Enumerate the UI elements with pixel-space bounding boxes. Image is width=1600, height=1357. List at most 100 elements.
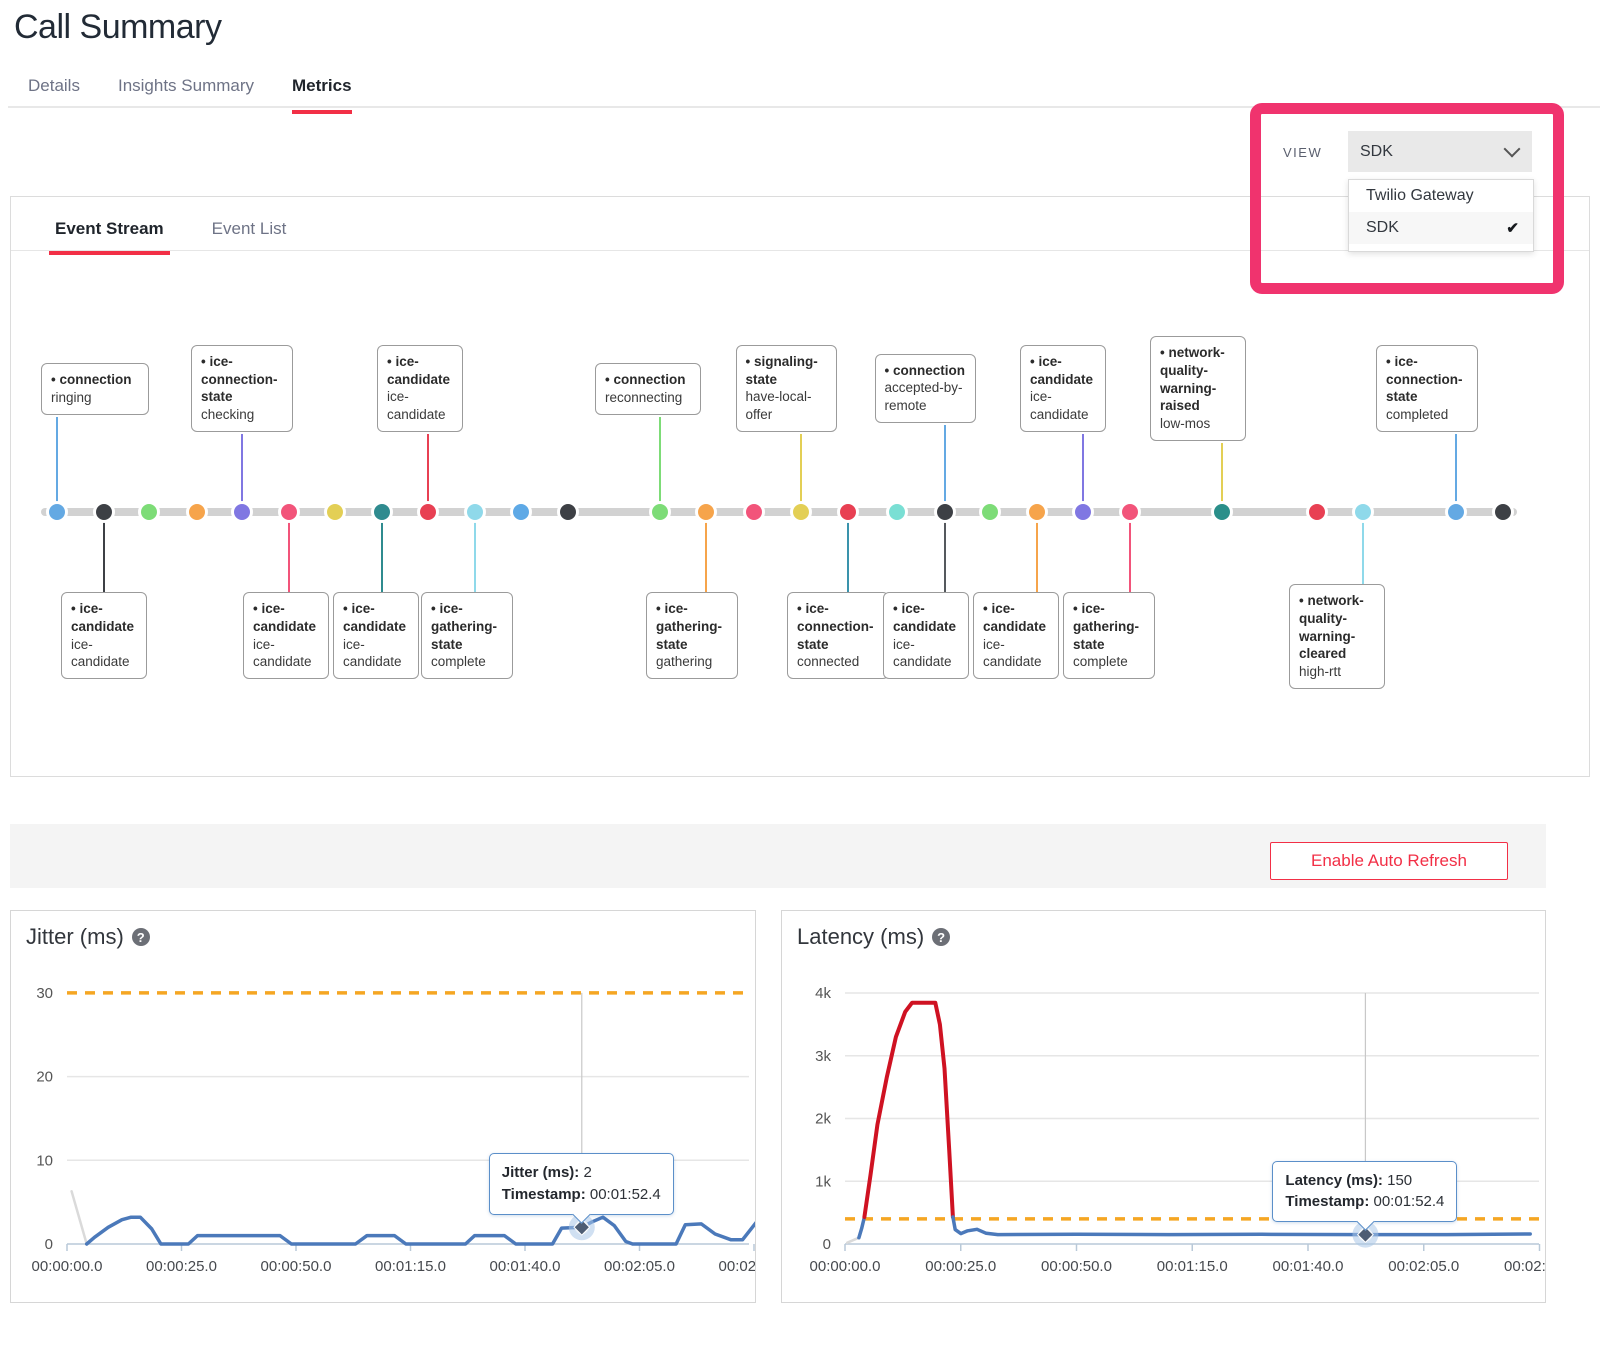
help-icon[interactable]: ?	[132, 928, 150, 946]
tab-details[interactable]: Details	[28, 76, 80, 114]
view-option-sdk[interactable]: SDK ✔	[1349, 212, 1533, 244]
event-detail: ice-candidate	[387, 388, 453, 424]
event-name: • ice-connection-state	[201, 353, 283, 406]
tab-insights-summary[interactable]: Insights Summary	[118, 76, 254, 114]
event-name: • connection	[51, 371, 139, 389]
timeline-event-dot[interactable]	[1026, 501, 1048, 523]
jitter-chart-panel: Jitter (ms) ? 010203000:00:00.000:00:25.…	[10, 910, 756, 1303]
timeline-event-dot[interactable]	[1492, 501, 1514, 523]
event-detail: ice-candidate	[893, 636, 959, 672]
event-detail: reconnecting	[605, 389, 691, 407]
view-dropdown-menu: Twilio Gateway SDK ✔	[1348, 179, 1534, 252]
tabs-divider	[8, 106, 1600, 108]
page-title: Call Summary	[14, 8, 221, 47]
enable-auto-refresh-button[interactable]: Enable Auto Refresh	[1270, 842, 1508, 880]
timeline-connector	[103, 512, 105, 592]
event-name: • ice-connection-state	[797, 600, 879, 653]
svg-text:0: 0	[823, 1236, 831, 1253]
timeline-bar	[41, 508, 1517, 516]
timeline-event-dot[interactable]	[138, 501, 160, 523]
timeline-event-label: • signaling-statehave-local-offer	[736, 345, 837, 432]
event-detail: gathering	[656, 653, 728, 671]
event-name: • connection	[605, 371, 691, 389]
event-detail: ice-candidate	[71, 636, 137, 672]
help-icon[interactable]: ?	[932, 928, 950, 946]
refresh-bar: Enable Auto Refresh	[10, 824, 1546, 888]
timeline-event-dot[interactable]	[324, 501, 346, 523]
chart-tooltip: Jitter (ms): 2Timestamp: 00:01:52.4	[489, 1153, 674, 1215]
timeline-event-dot[interactable]	[557, 501, 579, 523]
timeline-event-label: • connectionringing	[41, 363, 149, 415]
timeline-event-label: • ice-gathering-statecomplete	[421, 592, 513, 679]
timeline-event-dot[interactable]	[417, 501, 439, 523]
svg-text:10: 10	[36, 1152, 53, 1169]
timeline-event-dot[interactable]	[649, 501, 671, 523]
timeline-event-dot[interactable]	[837, 501, 859, 523]
event-name: • ice-candidate	[983, 600, 1049, 636]
timeline-connector	[1036, 512, 1038, 592]
timeline-connector	[944, 512, 946, 592]
event-detail: completed	[1386, 406, 1468, 424]
timeline-event-label: • ice-candidateice-candidate	[61, 592, 147, 679]
timeline-event-dot[interactable]	[790, 501, 812, 523]
timeline-event-dot[interactable]	[1306, 501, 1328, 523]
timeline-event-dot[interactable]	[278, 501, 300, 523]
chart-svg: 010203000:00:00.000:00:25.000:00:50.000:…	[11, 911, 756, 1303]
view-option-twilio-gateway[interactable]: Twilio Gateway	[1349, 180, 1533, 212]
timeline-event-dot[interactable]	[371, 501, 393, 523]
svg-text:2k: 2k	[815, 1111, 831, 1128]
call-summary-page: Call Summary Details Insights Summary Me…	[0, 0, 1600, 1357]
timeline-connector	[381, 512, 383, 592]
timeline-event-dot[interactable]	[695, 501, 717, 523]
event-detail: complete	[431, 653, 503, 671]
timeline-event-dot[interactable]	[934, 501, 956, 523]
svg-text:00:02:05.0: 00:02:05.0	[1388, 1258, 1459, 1275]
svg-text:20: 20	[36, 1069, 53, 1086]
svg-text:00:02:05.0: 00:02:05.0	[604, 1258, 675, 1275]
event-detail: high-rtt	[1299, 663, 1375, 681]
timeline-event-dot[interactable]	[1211, 501, 1233, 523]
svg-text:00:00:00.0: 00:00:00.0	[32, 1258, 103, 1275]
timeline-event-dot[interactable]	[1119, 501, 1141, 523]
event-name: • ice-candidate	[71, 600, 137, 636]
event-detail: ice-candidate	[1030, 388, 1096, 424]
event-name: • ice-candidate	[387, 353, 453, 389]
timeline-event-dot[interactable]	[186, 501, 208, 523]
event-name: • network-quality-warning-raised	[1160, 344, 1236, 415]
svg-text:00:00:25.0: 00:00:25.0	[925, 1258, 996, 1275]
jitter-chart-title: Jitter (ms)	[26, 924, 124, 950]
event-name: • signaling-state	[746, 353, 827, 389]
latency-chart-plot[interactable]: 01k2k3k4k00:00:00.000:00:25.000:00:50.00…	[782, 911, 1545, 1302]
timeline-event-dot[interactable]	[1352, 501, 1374, 523]
timeline-event-dot[interactable]	[1445, 501, 1467, 523]
svg-text:00:00:00.0: 00:00:00.0	[810, 1258, 881, 1275]
timeline-connector	[847, 512, 849, 592]
timeline-event-label: • ice-gathering-statecomplete	[1063, 592, 1155, 679]
svg-text:00:01:15.0: 00:01:15.0	[1157, 1258, 1228, 1275]
check-icon: ✔	[1506, 219, 1519, 237]
timeline-event-dot[interactable]	[93, 501, 115, 523]
event-name: • ice-candidate	[343, 600, 409, 636]
timeline-event-label: • connectionaccepted-by-remote	[875, 354, 976, 423]
view-dropdown[interactable]: SDK	[1348, 131, 1532, 172]
latency-chart-panel: Latency (ms) ? 01k2k3k4k00:00:00.000:00:…	[781, 910, 1546, 1303]
timeline-event-dot[interactable]	[46, 501, 68, 523]
timeline-event-dot[interactable]	[1072, 501, 1094, 523]
timeline-event-dot[interactable]	[979, 501, 1001, 523]
event-name: • ice-candidate	[893, 600, 959, 636]
timeline-event-dot[interactable]	[464, 501, 486, 523]
timeline-event-dot[interactable]	[886, 501, 908, 523]
view-label: VIEW	[1283, 145, 1322, 160]
event-name: • ice-gathering-state	[656, 600, 728, 653]
timeline-event-dot[interactable]	[231, 501, 253, 523]
svg-text:00:02:30.0: 00:02:30.0	[719, 1258, 756, 1275]
chart-svg: 01k2k3k4k00:00:00.000:00:25.000:00:50.00…	[782, 911, 1546, 1303]
timeline-event-label: • ice-candidateice-candidate	[1020, 345, 1106, 432]
timeline-connector	[659, 417, 661, 512]
jitter-chart-plot[interactable]: 010203000:00:00.000:00:25.000:00:50.000:…	[11, 911, 755, 1302]
timeline-event-dot[interactable]	[743, 501, 765, 523]
tab-metrics[interactable]: Metrics	[292, 76, 352, 114]
timeline-connector	[288, 512, 290, 592]
svg-text:1k: 1k	[815, 1173, 831, 1190]
timeline-event-dot[interactable]	[510, 501, 532, 523]
